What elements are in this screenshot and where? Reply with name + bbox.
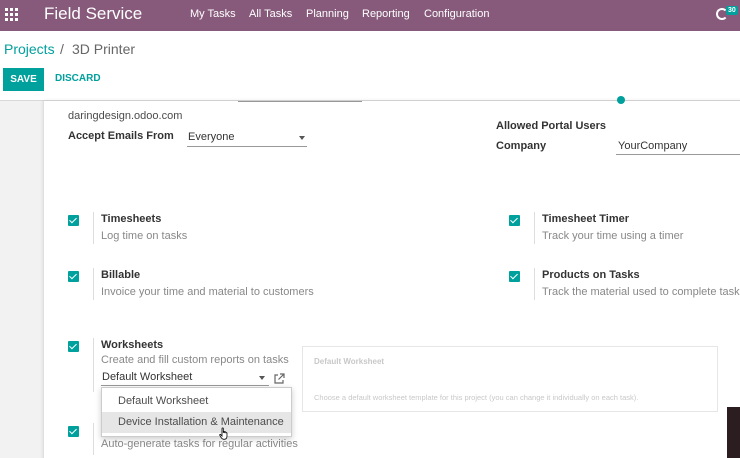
menu-my-tasks[interactable]: My Tasks: [190, 8, 236, 20]
cut-off-field-underline: [238, 101, 362, 102]
apps-grid-icon[interactable]: [5, 8, 19, 22]
accept-emails-value: Everyone: [188, 131, 235, 143]
accept-emails-select[interactable]: Everyone: [187, 130, 307, 147]
email-domain: daringdesign.odoo.com: [68, 110, 183, 122]
billable-desc: Invoice your time and material to custom…: [101, 286, 314, 298]
menu-reporting[interactable]: Reporting: [362, 8, 410, 20]
worksheet-dropdown-menu: Default Worksheet Device Installation & …: [101, 387, 292, 437]
timesheet-timer-desc: Track your time using a timer: [542, 230, 684, 242]
timesheets-title: Timesheets: [101, 213, 162, 225]
setting-divider: [93, 212, 94, 244]
default-worksheet-panel-desc: Choose a default worksheet template for …: [314, 393, 639, 402]
company-field[interactable]: YourCompany: [616, 138, 740, 155]
activity-clock-icon[interactable]: 30: [716, 6, 740, 24]
chevron-down-icon: [259, 376, 265, 380]
products-on-tasks-title: Products on Tasks: [542, 269, 640, 281]
top-navbar: Field Service My Tasks All Tasks Plannin…: [0, 0, 740, 31]
dropdown-option-default-worksheet[interactable]: Default Worksheet: [102, 391, 291, 412]
timesheets-checkbox[interactable]: [68, 215, 79, 226]
background-window-edge: [727, 407, 740, 458]
activity-count-badge: 30: [726, 6, 738, 15]
billable-checkbox[interactable]: [68, 271, 79, 282]
app-name[interactable]: Field Service: [44, 4, 142, 24]
accept-emails-label: Accept Emails From: [68, 130, 174, 142]
chevron-down-icon: [299, 136, 305, 140]
radio-selected-icon[interactable]: [617, 96, 625, 104]
worksheets-desc: Create and fill custom reports on tasks: [101, 354, 289, 366]
timesheet-timer-checkbox[interactable]: [509, 215, 520, 226]
worksheets-title: Worksheets: [101, 339, 164, 351]
breadcrumb-separator: /: [60, 41, 64, 57]
save-button[interactable]: SAVE: [3, 68, 44, 91]
dropdown-option-device-installation[interactable]: Device Installation & Maintenance: [102, 412, 291, 433]
breadcrumb-projects-link[interactable]: Projects: [4, 41, 55, 57]
menu-configuration[interactable]: Configuration: [424, 8, 489, 20]
control-panel: Projects / 3D Printer SAVE DISCARD: [0, 31, 740, 101]
default-worksheet-panel-title: Default Worksheet: [314, 357, 385, 366]
company-label: Company: [496, 140, 547, 152]
menu-planning[interactable]: Planning: [306, 8, 349, 20]
external-link-icon[interactable]: [273, 373, 285, 385]
setting-divider: [93, 338, 94, 392]
hand-cursor-icon: [219, 427, 228, 440]
default-worksheet-panel: Default Worksheet Choose a default works…: [302, 346, 718, 412]
company-value: YourCompany: [618, 140, 688, 152]
breadcrumb-current: 3D Printer: [72, 41, 136, 57]
worksheets-checkbox[interactable]: [68, 341, 79, 352]
setting-divider: [93, 268, 94, 300]
worksheet-template-value: Default Worksheet: [102, 371, 193, 383]
setting-divider: [534, 212, 535, 244]
timesheet-timer-title: Timesheet Timer: [542, 213, 630, 225]
discard-button[interactable]: DISCARD: [55, 73, 101, 84]
timesheets-desc: Log time on tasks: [101, 230, 188, 242]
menu-all-tasks[interactable]: All Tasks: [249, 8, 292, 20]
allowed-portal-users-label: Allowed Portal Users: [496, 120, 607, 132]
recurring-tasks-checkbox[interactable]: [68, 426, 79, 437]
products-on-tasks-desc: Track the material used to complete task…: [542, 286, 740, 298]
recurring-tasks-desc: Auto-generate tasks for regular activiti…: [101, 438, 298, 450]
setting-divider: [93, 423, 94, 455]
billable-title: Billable: [101, 269, 141, 281]
worksheet-template-select[interactable]: Default Worksheet: [101, 369, 269, 386]
setting-divider: [534, 268, 535, 300]
products-on-tasks-checkbox[interactable]: [509, 271, 520, 282]
